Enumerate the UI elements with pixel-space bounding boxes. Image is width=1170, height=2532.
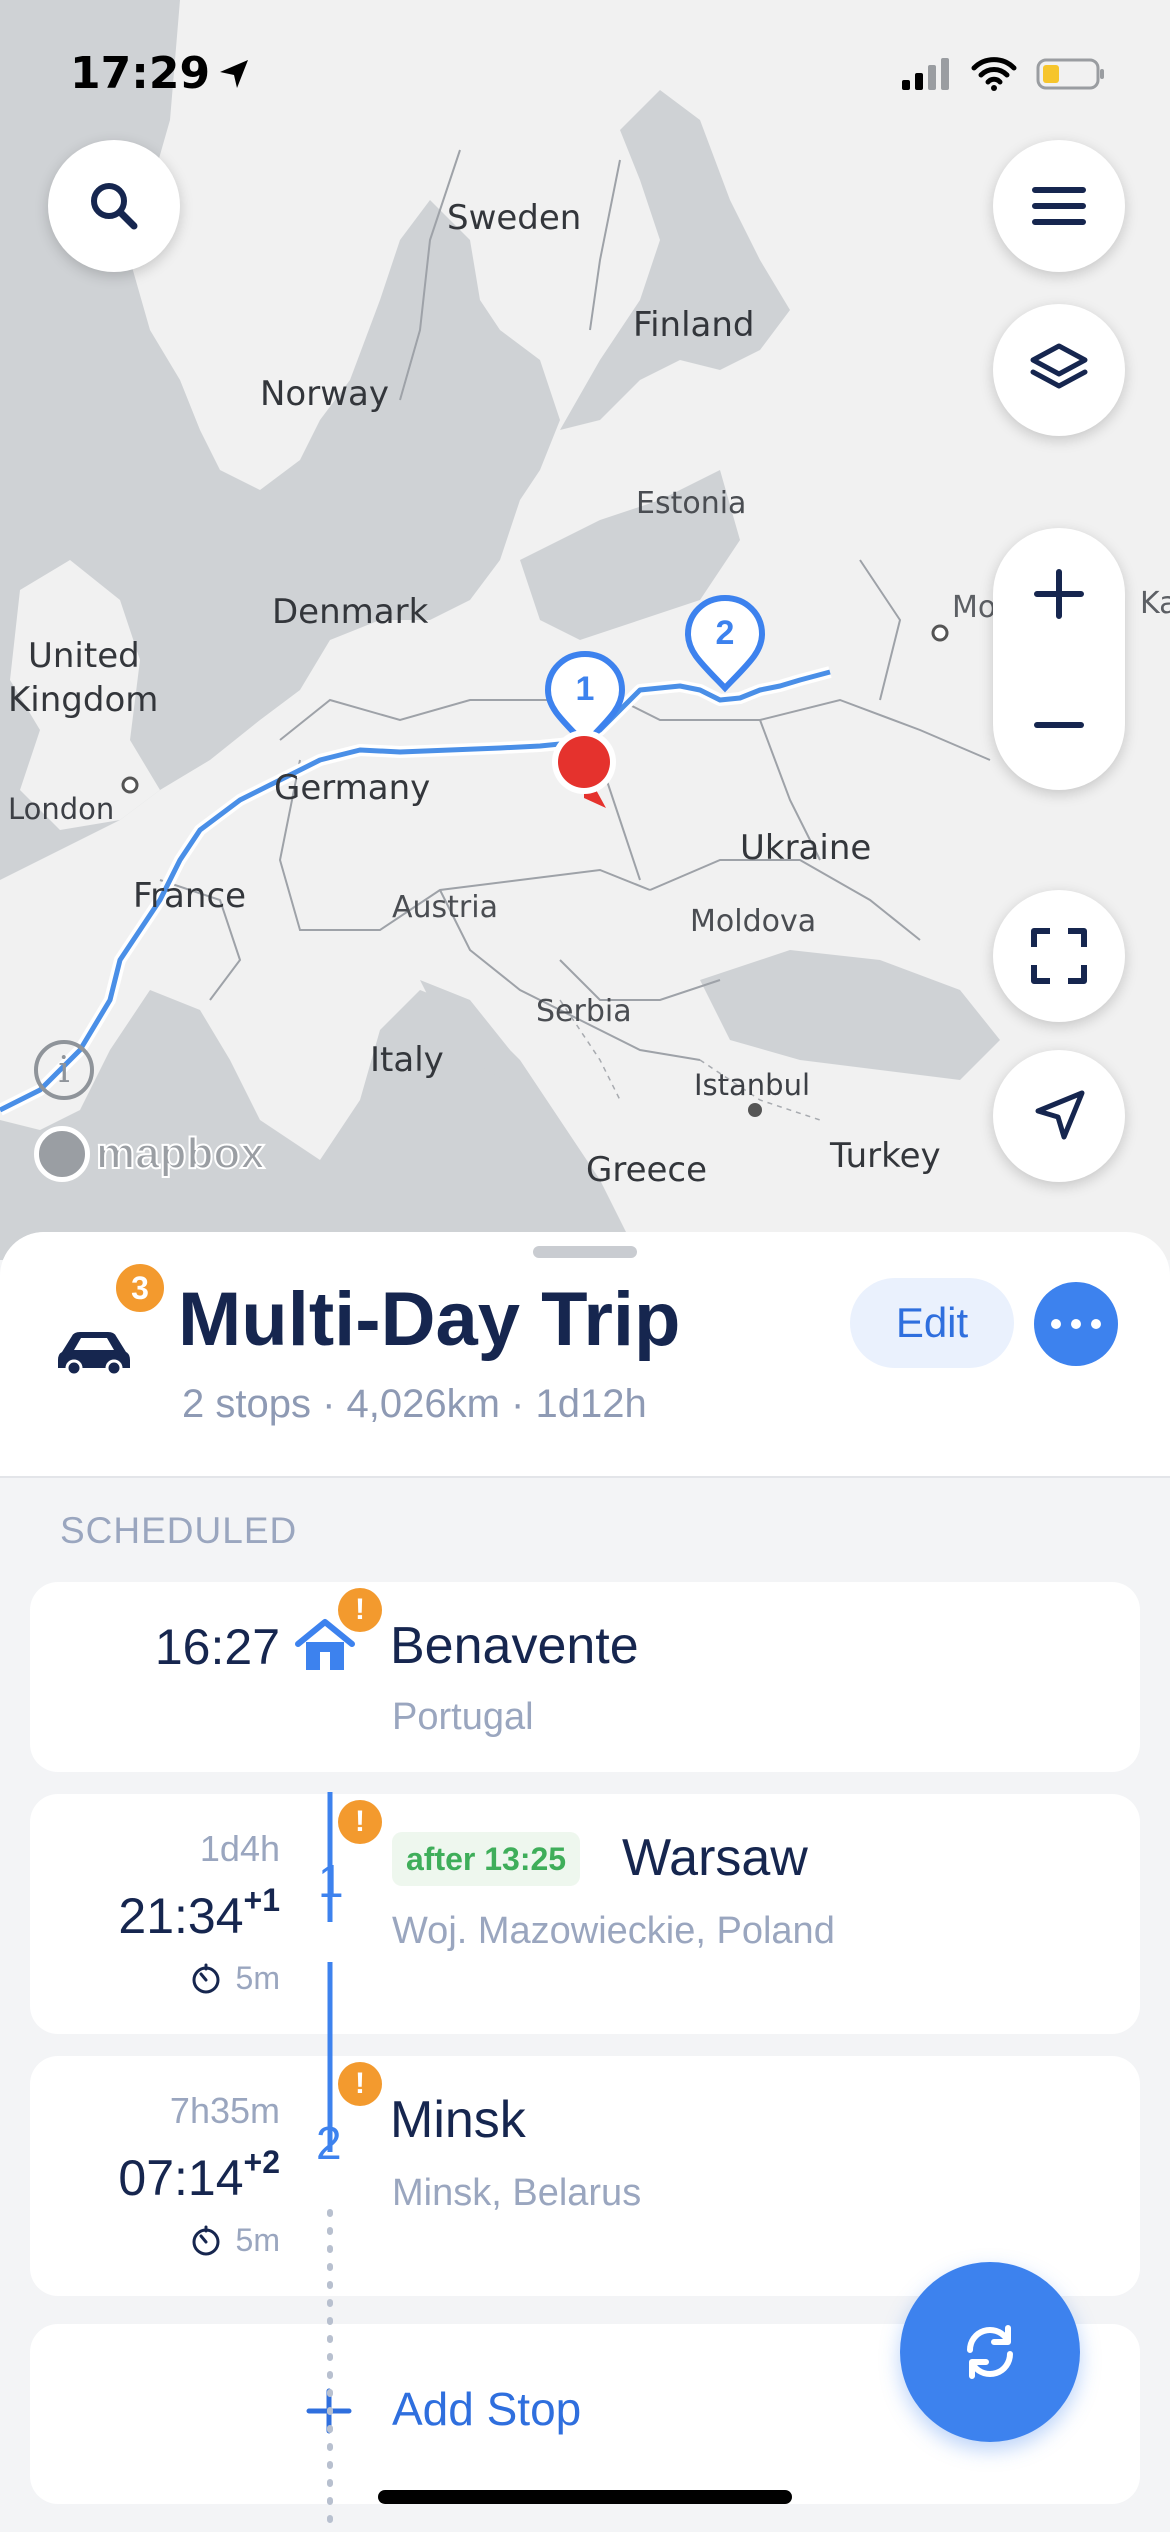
map-label-italy: Italy bbox=[370, 1040, 444, 1080]
battery-icon bbox=[1036, 58, 1104, 90]
route-marker-2-label: 2 bbox=[715, 614, 735, 652]
map-label-sweden: Sweden bbox=[447, 198, 582, 238]
minus-icon bbox=[1034, 721, 1084, 728]
map-label-london: London bbox=[8, 792, 115, 826]
map-label-turkey: Turkey bbox=[830, 1136, 941, 1176]
layers-button[interactable] bbox=[993, 304, 1125, 436]
stop-2-day-offset: +2 bbox=[243, 2144, 280, 2180]
map-label-greece: Greece bbox=[586, 1150, 708, 1190]
stop-1-time: 21:34 bbox=[118, 1888, 244, 1944]
timeline-connector bbox=[327, 1792, 333, 2532]
status-time-text: 17:29 bbox=[70, 48, 211, 99]
stop-card-2[interactable]: 7h35m 07:14+2 5m 2 ! Minsk Minsk, Belaru… bbox=[30, 2056, 1140, 2296]
refresh-route-button[interactable] bbox=[900, 2262, 1080, 2442]
hamburger-menu-icon bbox=[1032, 187, 1086, 225]
zoom-out-button[interactable] bbox=[993, 659, 1125, 790]
map-info-icon[interactable]: i bbox=[34, 1040, 94, 1100]
trip-summary: 2 stops · 4,026km · 1d12h bbox=[182, 1382, 647, 1426]
stop-1-wait-text: 5m bbox=[235, 1960, 280, 1996]
zoom-control bbox=[993, 528, 1125, 790]
stop-1-name: Warsaw bbox=[622, 1829, 808, 1887]
stop-2-arrival: 07:14+2 bbox=[118, 2144, 280, 2207]
map-label-germany: Germany bbox=[274, 768, 431, 808]
map-label-ukraine: Ukraine bbox=[740, 828, 872, 868]
map-label-kazan-partial: Ka bbox=[1140, 586, 1170, 621]
menu-button[interactable] bbox=[993, 140, 1125, 272]
timer-icon bbox=[192, 2225, 220, 2255]
more-options-button[interactable] bbox=[1034, 1282, 1118, 1366]
add-stop-button[interactable]: Add Stop bbox=[392, 2382, 581, 2436]
search-button[interactable] bbox=[48, 140, 180, 272]
stop-1-wait: 5m bbox=[190, 1960, 280, 1997]
location-arrow-icon bbox=[220, 59, 249, 88]
status-icons bbox=[900, 56, 1106, 92]
route-marker-1-label: 1 bbox=[575, 670, 595, 708]
map-label-finland: Finland bbox=[633, 305, 755, 345]
map-label-moldova: Moldova bbox=[690, 904, 817, 939]
home-indicator[interactable] bbox=[378, 2490, 792, 2504]
fullscreen-icon bbox=[1031, 928, 1087, 984]
plus-icon bbox=[1034, 568, 1084, 619]
stop-1-arrival: 21:34+1 bbox=[118, 1882, 280, 1945]
route-marker-2[interactable]: 2 bbox=[682, 594, 768, 694]
stop-2-duration: 7h35m bbox=[169, 2090, 280, 2131]
map-label-austria: Austria bbox=[392, 890, 498, 925]
more-horizontal-icon bbox=[1051, 1319, 1101, 1329]
map-label-estonia: Estonia bbox=[636, 486, 747, 521]
map-label-denmark: Denmark bbox=[272, 592, 429, 632]
map-view[interactable]: Sweden Finland Norway Estonia Denmark Un… bbox=[0, 0, 1170, 1260]
mapbox-wordmark: mapbox bbox=[95, 1128, 266, 1179]
sheet-grabber[interactable] bbox=[533, 1246, 637, 1258]
stop-start-name: Benavente bbox=[390, 1617, 639, 1675]
refresh-icon bbox=[967, 2325, 1013, 2379]
stop-2-time: 07:14 bbox=[118, 2150, 244, 2206]
search-icon bbox=[91, 183, 138, 230]
stop-card-start[interactable]: 16:27 ! Benavente Portugal bbox=[30, 1582, 1140, 1772]
car-icon bbox=[58, 1332, 130, 1376]
timer-icon bbox=[192, 1963, 220, 1993]
stop-2-wait: 5m bbox=[190, 2222, 280, 2259]
edit-button[interactable]: Edit bbox=[850, 1278, 1014, 1368]
trip-header: 3 Multi-Day Trip 2 stops · 4,026km · 1d1… bbox=[0, 1232, 1170, 1478]
stop-start-region: Portugal bbox=[392, 1696, 534, 1738]
layers-icon bbox=[1030, 343, 1088, 389]
map-label-serbia: Serbia bbox=[536, 994, 632, 1029]
mapbox-logo-icon bbox=[34, 1126, 90, 1182]
locate-me-button[interactable] bbox=[993, 1050, 1125, 1182]
vehicle-button[interactable]: 3 bbox=[56, 1260, 176, 1388]
map-label-kingdom: Kingdom bbox=[8, 680, 159, 720]
mapbox-logo: mapbox bbox=[34, 1126, 266, 1182]
after-time-chip: after 13:25 bbox=[392, 1832, 581, 1886]
status-time: 17:29 bbox=[70, 48, 252, 99]
navigation-arrow-icon bbox=[1035, 1090, 1085, 1140]
current-location-marker bbox=[548, 728, 620, 814]
map-label-norway: Norway bbox=[260, 374, 389, 414]
stop-start-time: 16:27 bbox=[154, 1619, 280, 1675]
fit-route-button[interactable] bbox=[993, 890, 1125, 1022]
section-label-scheduled: SCHEDULED bbox=[60, 1510, 298, 1551]
zoom-in-button[interactable] bbox=[993, 528, 1125, 659]
vehicle-count-badge: 3 bbox=[112, 1260, 168, 1316]
stop-2-region: Minsk, Belarus bbox=[392, 2172, 642, 2214]
warning-badge-start: ! bbox=[338, 1588, 382, 1632]
cellular-signal-icon bbox=[902, 58, 949, 90]
map-label-istanbul: Istanbul bbox=[694, 1068, 811, 1102]
stop-2-name: Minsk bbox=[390, 2091, 526, 2149]
trip-title: Multi-Day Trip bbox=[178, 1277, 681, 1362]
stop-card-1[interactable]: 1d4h 21:34+1 5m 1 ! after 13:25 Warsaw W… bbox=[30, 1794, 1140, 2034]
map-label-united: United bbox=[28, 636, 140, 676]
map-label-moscow-partial: Mo bbox=[952, 590, 997, 625]
stop-1-duration: 1d4h bbox=[199, 1828, 280, 1869]
wifi-icon bbox=[971, 57, 1017, 91]
map-label-france: France bbox=[133, 876, 247, 916]
stop-1-region: Woj. Mazowieckie, Poland bbox=[392, 1910, 835, 1952]
stop-1-day-offset: +1 bbox=[243, 1882, 280, 1918]
stop-2-wait-text: 5m bbox=[235, 2222, 280, 2258]
